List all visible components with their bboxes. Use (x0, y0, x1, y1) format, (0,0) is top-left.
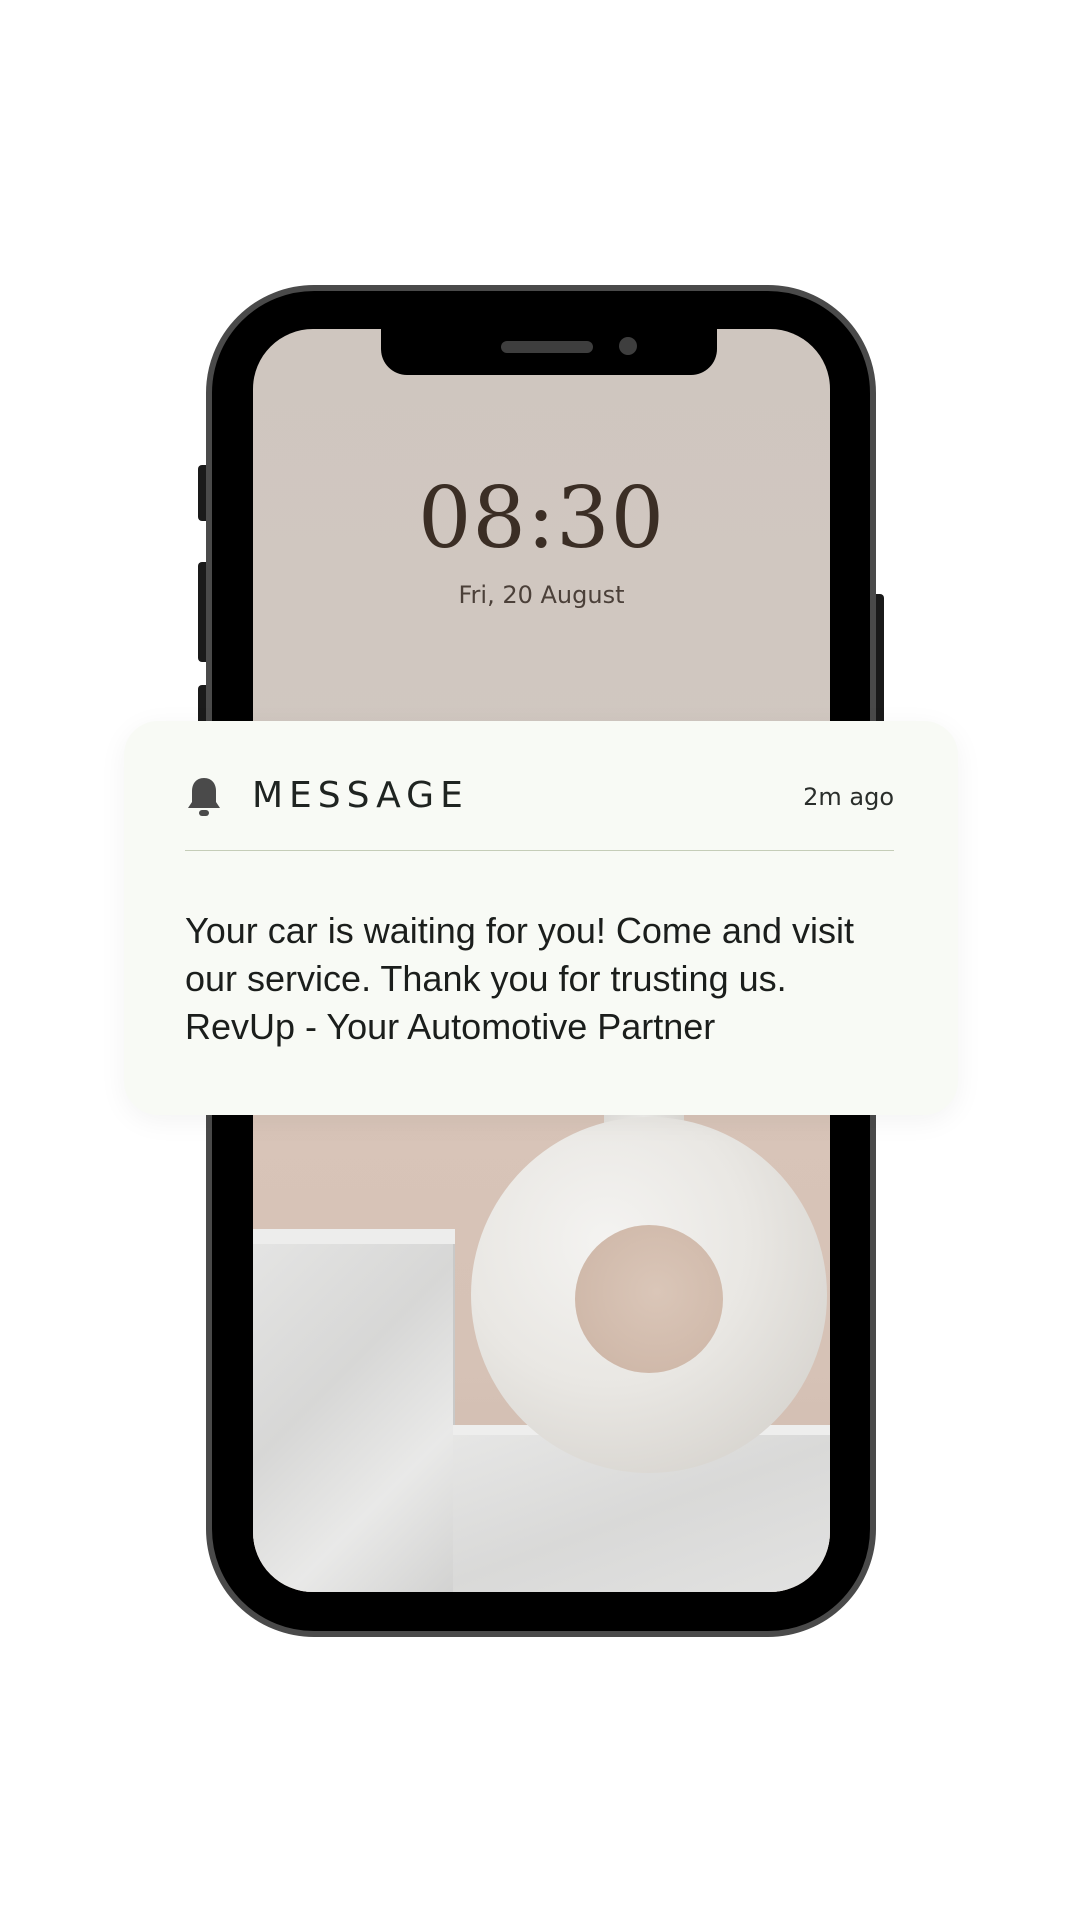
bell-icon (188, 778, 220, 816)
lock-screen-clock: 08:30 (417, 469, 666, 567)
notification-title: MESSAGE (252, 775, 469, 816)
marble-block-left (253, 1244, 455, 1592)
divider (185, 850, 894, 851)
front-camera (619, 337, 637, 355)
vase-hole (575, 1225, 723, 1373)
notification-body: Your car is waiting for you! Come and vi… (185, 910, 854, 1047)
notch (381, 329, 717, 375)
notification-timestamp: 2m ago (803, 783, 894, 811)
notification-card[interactable]: MESSAGE 2m ago Your car is waiting for y… (124, 721, 958, 1115)
speaker-grille (501, 341, 593, 353)
wallpaper-image (253, 1089, 830, 1592)
lock-screen-date: Fri, 20 August (458, 581, 625, 609)
